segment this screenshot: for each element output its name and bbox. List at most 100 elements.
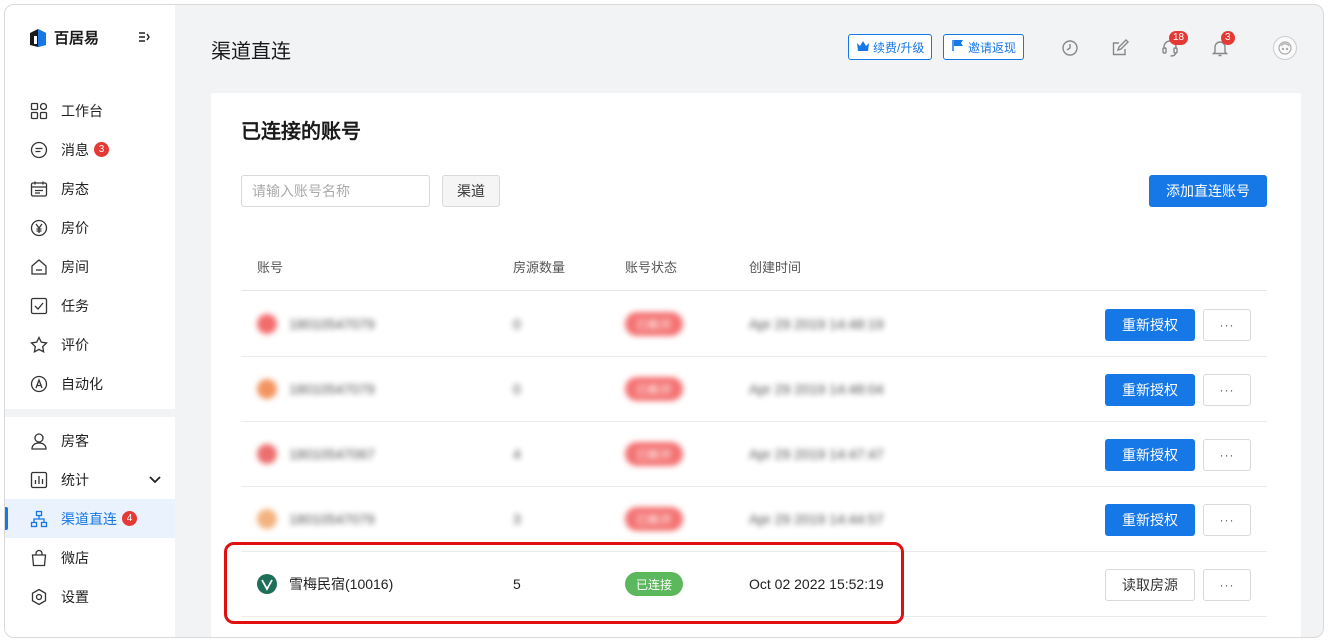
account-cell: 18010547079 [257,292,375,356]
logo-text: 百居易 [54,30,100,47]
account-name: 18010547067 [289,446,375,462]
sidebar-item-room-status[interactable]: 房态 [5,169,175,208]
table-row: 雪梅民宿(10016) 5 已连接 Oct 02 2022 15:52:19 读取房源 ·… [241,552,1267,617]
sidebar-item-label: 统计 [61,471,89,488]
avatar[interactable] [1273,36,1297,60]
read-listings-button[interactable]: 读取房源 [1105,569,1195,601]
created-time: Apr 29 2019 14:48:04 [749,381,884,397]
listing-count: 5 [513,576,521,592]
listing-count: 0 [513,316,521,332]
account-cell: 18010547067 [257,422,375,486]
sidebar-item-tasks[interactable]: 任务 [5,286,175,325]
settings-icon [29,587,49,607]
account-cell: 18010547079 [257,357,375,421]
auto-icon [29,374,49,394]
table-row: 18010547079 0 已断开 Apr 29 2019 14:48:04 重新授权 ·… [241,357,1267,422]
table-row: 18010547079 3 已断开 Apr 29 2019 14:44:57 重新授权 ·… [241,487,1267,552]
messages-badge: 3 [94,142,109,157]
yen-icon [29,218,49,238]
reauthorize-button[interactable]: 重新授权 [1105,439,1195,471]
sidebar-item-label: 工作台 [61,102,103,119]
more-actions-button[interactable]: ··· [1203,309,1251,341]
more-actions-button[interactable]: ··· [1203,569,1251,601]
account-name: 18010547079 [289,381,375,397]
grid-icon [29,101,49,121]
reauthorize-button[interactable]: 重新授权 [1105,504,1195,536]
sidebar-item-label: 房间 [61,258,89,275]
account-cell: 雪梅民宿(10016) [257,552,393,616]
sidebar-item-reviews[interactable]: 评价 [5,325,175,364]
support-badge: 18 [1169,31,1189,45]
sidebar-item-settings[interactable]: 设置 [5,577,175,616]
status-cell: 已断开 [625,292,684,356]
listing-count: 0 [513,381,521,397]
support-icon[interactable]: 18 [1159,31,1189,59]
renew-upgrade-button[interactable]: 续费/升级 [848,34,933,60]
chart-icon [29,470,49,490]
shop-bag-icon [29,548,49,568]
sidebar-item-label: 房价 [61,219,89,236]
sidebar-item-automation[interactable]: 自动化 [5,364,175,403]
chevron-down-icon[interactable] [149,473,161,487]
more-actions-button[interactable]: ··· [1203,504,1251,536]
sidebar-item-room-price[interactable]: 房价 [5,208,175,247]
sidebar-item-workbench[interactable]: 工作台 [5,91,175,130]
sidebar-item-label: 微店 [61,549,89,566]
sidebar-item-channel-direct[interactable]: 渠道直连 4 [5,499,175,538]
channel-filter-button[interactable]: 渠道 [442,175,500,207]
more-actions-button[interactable]: ··· [1203,439,1251,471]
sidebar-item-guests[interactable]: 房客 [5,421,175,460]
sidebar-divider [5,409,175,417]
status-badge: 已断开 [625,507,684,531]
flag-icon [951,39,965,55]
add-direct-account-button[interactable]: 添加直连账号 [1149,175,1267,207]
channel-logo-icon [257,444,277,464]
more-actions-button[interactable]: ··· [1203,374,1251,406]
status-cell: 已断开 [625,422,684,486]
nav-secondary: 房客 统计 渠道直连 4 微店 设置 [5,421,175,616]
table-row: 18010547067 4 已断开 Apr 29 2019 14:47:47 重新授权 ·… [241,422,1267,487]
edit-icon[interactable] [1109,37,1131,59]
reauthorize-button[interactable]: 重新授权 [1105,374,1195,406]
sidebar-item-label: 房态 [61,180,89,197]
sidebar-item-rooms[interactable]: 房间 [5,247,175,286]
column-header-created: 创建时间 [749,260,802,275]
listing-count: 4 [513,446,521,462]
house-icon [29,257,49,277]
status-badge: 已断开 [625,377,684,401]
status-badge: 已断开 [625,312,684,336]
channel-badge: 4 [122,511,137,526]
status-cell: 已断开 [625,357,684,421]
status-badge: 已断开 [625,442,684,466]
sidebar-item-label: 房客 [61,432,89,449]
column-header-status: 账号状态 [625,260,678,275]
account-name: 18010547079 [289,511,375,527]
sidebar-item-messages[interactable]: 消息 3 [5,130,175,169]
status-cell: 已断开 [625,487,684,551]
history-icon[interactable] [1059,37,1081,59]
checkbox-icon [29,296,49,316]
notification-badge: 3 [1221,31,1235,45]
bell-icon[interactable]: 3 [1209,31,1235,59]
created-time: Apr 29 2019 14:48:19 [749,316,884,332]
sidebar-item-statistics[interactable]: 统计 [5,460,175,499]
sidebar-item-label: 渠道直连 [61,510,117,527]
card-title: 已连接的账号 [241,121,361,143]
sidebar: 百居易 工作台 消息 3 房态 房价 房间 任务 评价 自动化 房客 统计 渠道… [5,5,175,637]
sidebar-item-label: 自动化 [61,375,103,392]
created-time: Apr 29 2019 14:44:57 [749,511,884,527]
reauthorize-button[interactable]: 重新授权 [1105,309,1195,341]
sidebar-item-label: 任务 [61,297,89,314]
table-header: 账号 房源数量 账号状态 创建时间 [241,243,1267,291]
invite-cashback-button[interactable]: 邀请返现 [943,34,1025,60]
collapse-sidebar-icon[interactable] [138,31,150,46]
account-search-input[interactable] [241,175,430,207]
table-row: 18010547079 0 已断开 Apr 29 2019 14:48:19 重新授权 ·… [241,292,1267,357]
sidebar-item-shop[interactable]: 微店 [5,538,175,577]
channel-logo-icon [257,314,277,334]
user-icon [29,431,49,451]
nav-main: 工作台 消息 3 房态 房价 房间 任务 评价 自动化 [5,91,175,403]
logo-icon [30,28,46,47]
app-window: 百居易 工作台 消息 3 房态 房价 房间 任务 评价 自动化 房客 统计 渠道… [4,4,1324,638]
logo: 百居易 [28,27,99,48]
